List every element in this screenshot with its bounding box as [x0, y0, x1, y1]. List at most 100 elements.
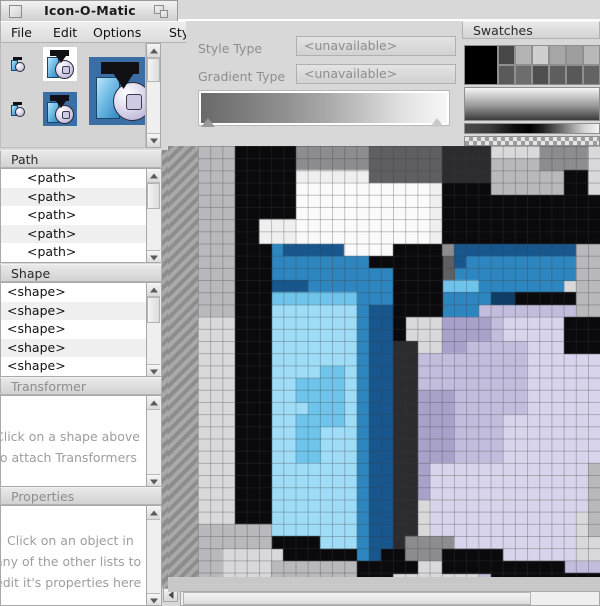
icon-disc	[15, 62, 25, 72]
chevron-down-icon	[150, 598, 158, 603]
chevron-down-icon	[150, 138, 158, 143]
list-item[interactable]: <shape>	[1, 320, 161, 339]
swatch-cell[interactable]	[566, 65, 583, 85]
chevron-down-icon	[150, 255, 158, 260]
transformer-list[interactable]: Click on a shape above to attach Transfo…	[0, 395, 162, 487]
properties-list-scrollbar[interactable]	[146, 506, 161, 606]
swatch-grid[interactable]	[464, 45, 600, 85]
swatch-cell[interactable]	[515, 65, 532, 85]
properties-panel-title: Properties	[0, 487, 162, 505]
swatch-cells[interactable]	[498, 45, 600, 85]
icon-top-bracket	[50, 95, 69, 101]
color-field-picker[interactable]	[464, 87, 600, 121]
swatch-cell[interactable]	[583, 45, 600, 65]
icon-preview-panel[interactable]	[0, 43, 146, 148]
scroll-up-button[interactable]	[147, 44, 160, 58]
menu-file[interactable]: File	[11, 24, 32, 42]
gradient-type-dropdown[interactable]: <unavailable>	[296, 64, 456, 84]
chevron-up-icon	[150, 173, 158, 178]
swatch-cell[interactable]	[532, 65, 549, 85]
chevron-up-icon	[150, 48, 158, 53]
swatch-cell[interactable]	[532, 45, 549, 65]
swatch-cell[interactable]	[583, 65, 600, 85]
list-item[interactable]: <path>	[1, 243, 161, 262]
chevron-up-icon	[150, 287, 158, 292]
icon-preview-16-blue	[9, 100, 27, 118]
path-list[interactable]: <path> <path> <path> <path> <path>	[0, 168, 162, 263]
scroll-down-button[interactable]	[147, 133, 160, 147]
scroll-thumb[interactable]	[147, 58, 160, 82]
list-item[interactable]: <path>	[1, 225, 161, 244]
scroll-up-button[interactable]	[147, 396, 160, 410]
scroll-thumb[interactable]	[183, 592, 531, 605]
chevron-down-icon	[150, 479, 158, 484]
list-item[interactable]: <path>	[1, 206, 161, 225]
color-value-strip[interactable]	[464, 123, 600, 134]
gradient-ramp[interactable]	[198, 90, 450, 126]
scroll-down-button[interactable]	[147, 593, 160, 606]
scroll-thumb[interactable]	[147, 297, 160, 323]
list-item[interactable]: <path>	[1, 169, 161, 188]
gradient-stop-start-marker[interactable]	[201, 118, 215, 127]
scroll-up-button[interactable]	[147, 169, 160, 183]
zoom-box-icon[interactable]	[154, 5, 168, 18]
swatch-cell[interactable]	[549, 45, 566, 65]
list-item[interactable]: <shape>	[1, 339, 161, 358]
icon-top-bracket	[13, 57, 22, 60]
menu-edit[interactable]: Edit	[53, 24, 77, 42]
transformer-panel-title: Transformer	[0, 377, 162, 395]
chevron-up-icon	[150, 510, 158, 515]
icon-preview-scrollbar[interactable]	[146, 43, 161, 148]
swatch-cell[interactable]	[549, 65, 566, 85]
scroll-thumb[interactable]	[147, 183, 160, 209]
properties-empty-line-2: any of the other lists to	[0, 551, 162, 572]
shape-panel: Shape <shape> <shape> <shape> <shape> <s…	[0, 264, 162, 377]
window-tab[interactable]: Icon-O-Matic	[0, 0, 178, 21]
properties-list[interactable]: Click on an object in any of the other l…	[0, 505, 162, 606]
icon-nut	[62, 111, 70, 119]
icon-edit-canvas[interactable]	[168, 146, 600, 592]
icon-o-matic-window: Icon-O-Matic File Edit Options Sty	[0, 0, 600, 606]
shape-list-scrollbar[interactable]	[146, 283, 161, 377]
swatch-cell[interactable]	[498, 65, 515, 85]
gradient-stop-end-marker[interactable]	[430, 118, 444, 127]
swatch-cell[interactable]	[566, 45, 583, 65]
list-item[interactable]: <shape>	[1, 302, 161, 321]
pixel-canvas[interactable]	[198, 146, 600, 577]
list-item[interactable]: <shape>	[1, 283, 161, 302]
alpha-checker-strip[interactable]	[464, 136, 600, 146]
path-panel: Path <path> <path> <path> <path> <path>	[0, 150, 162, 263]
icon-preview-32-white	[43, 47, 77, 81]
scroll-up-button[interactable]	[147, 283, 160, 297]
gradient-ramp-control[interactable]	[198, 90, 450, 128]
list-item[interactable]: <path>	[1, 188, 161, 207]
icon-top-bracket	[13, 102, 22, 105]
canvas-left-hatch	[168, 146, 198, 577]
menu-options[interactable]: Options	[93, 24, 141, 42]
style-type-dropdown[interactable]: <unavailable>	[296, 36, 456, 56]
scroll-down-button[interactable]	[147, 474, 160, 487]
pixel-view[interactable]	[198, 146, 600, 577]
canvas-horizontal-scrollbar[interactable]	[180, 591, 600, 606]
transformer-empty-message: Click on a shape above to attach Transfo…	[0, 426, 162, 468]
current-color-swatch[interactable]	[464, 45, 498, 85]
window-titlebar: Icon-O-Matic	[0, 0, 600, 21]
shape-list[interactable]: <shape> <shape> <shape> <shape> <shape>	[0, 282, 162, 377]
transformer-list-scrollbar[interactable]	[146, 396, 161, 487]
menu-bar: File Edit Options Sty	[0, 21, 196, 43]
scroll-down-button[interactable]	[147, 250, 160, 263]
gradient-type-label: Gradient Type	[198, 69, 285, 84]
properties-empty-line-1: Click on an object in	[0, 530, 162, 551]
swatch-cell[interactable]	[498, 45, 515, 65]
swatch-cell[interactable]	[515, 45, 532, 65]
chevron-left-icon	[168, 591, 173, 599]
icon-top-bracket	[50, 50, 69, 56]
zoom-box-small-square	[160, 10, 168, 18]
swatches-title: Swatches	[462, 21, 600, 39]
scroll-down-button[interactable]	[147, 364, 160, 377]
list-item[interactable]: <shape>	[1, 357, 161, 376]
scroll-up-button[interactable]	[147, 506, 160, 520]
icon-nut	[126, 94, 142, 110]
path-list-scrollbar[interactable]	[146, 169, 161, 263]
gradient-ramp-fill	[201, 93, 447, 123]
